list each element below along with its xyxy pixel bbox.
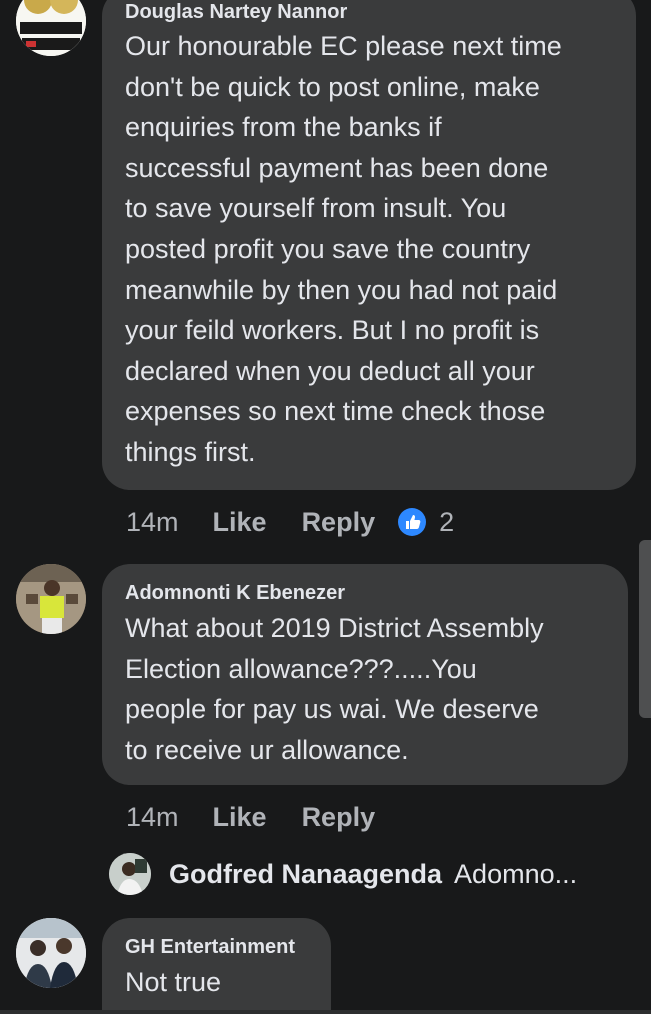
like-button[interactable]: Like — [213, 507, 267, 538]
coin-avatar-image — [16, 0, 86, 56]
reaction-count: 2 — [439, 506, 455, 537]
comment-line: Our honourable EC please next time — [125, 31, 562, 61]
reaction-badge[interactable]: 2 — [397, 507, 454, 538]
avatar — [109, 853, 151, 895]
comment-line: people for pay us wai. We deserve — [125, 694, 539, 725]
comment-line: to receive ur allowance. — [125, 734, 409, 765]
comment-line: enquiries from the banks if — [125, 112, 442, 143]
comment-line: successful payment has been done — [125, 152, 549, 183]
avatar[interactable] — [16, 918, 86, 988]
comment-actions: 14m Like Reply — [126, 799, 375, 835]
comment-actions: 14m Like Reply 2 — [126, 504, 454, 540]
comment-bubble: GH Entertainment Not true — [102, 918, 331, 1014]
comment-line: your feild workers. But I no profit is — [125, 315, 540, 346]
comment-bubble: Adomnonti K Ebenezer What about 2019 Dis… — [102, 564, 628, 785]
comment-line: expenses so next time check those — [125, 396, 546, 427]
comment-timestamp[interactable]: 14m — [126, 802, 179, 833]
comment-line: things first. — [125, 436, 256, 467]
avatar[interactable] — [16, 0, 86, 56]
comment-timestamp[interactable]: 14m — [126, 507, 179, 538]
comment-text: What about 2019 District Assembly Electi… — [125, 608, 606, 770]
person-avatar-image — [16, 564, 86, 634]
comment-line: to save yourself from insult. You — [125, 193, 507, 224]
comment-text: Our honourable EC please next time don't… — [125, 26, 614, 473]
comments-page: Douglas Nartey Nannor Our honourable EC … — [0, 0, 651, 1014]
comment-author[interactable]: Douglas Nartey Nannor — [125, 0, 614, 24]
comment-line: Not true — [125, 967, 222, 997]
divider — [0, 1010, 651, 1014]
comment-line: meanwhile by then you had not paid — [125, 274, 558, 305]
comment-author[interactable]: GH Entertainment — [125, 935, 309, 959]
comment-line: don't be quick to post online, make — [125, 71, 540, 102]
thumbs-up-icon — [397, 507, 427, 537]
comment-line: Election allowance???.....You — [125, 653, 477, 684]
comment-author[interactable]: Adomnonti K Ebenezer — [125, 581, 606, 605]
comment-line: declared when you deduct all your — [125, 355, 535, 386]
avatar[interactable] — [16, 564, 86, 634]
reply-button[interactable]: Reply — [302, 802, 376, 833]
reply-author: Godfred Nanaagenda — [169, 858, 443, 889]
person-avatar-image — [109, 853, 151, 895]
comment-bubble: Douglas Nartey Nannor Our honourable EC … — [102, 0, 636, 490]
comment-line: What about 2019 District Assembly — [125, 613, 544, 643]
like-button[interactable]: Like — [213, 802, 267, 833]
reply-button[interactable]: Reply — [302, 507, 376, 538]
comment-text: Not true — [125, 962, 309, 1003]
people-avatar-image — [16, 918, 86, 988]
scrollbar[interactable] — [639, 540, 651, 718]
reply-preview[interactable]: Godfred Nanaagenda Adomno... — [109, 853, 577, 895]
comment-line: posted profit you save the country — [125, 233, 531, 264]
reply-text: Adomno... — [454, 858, 578, 889]
